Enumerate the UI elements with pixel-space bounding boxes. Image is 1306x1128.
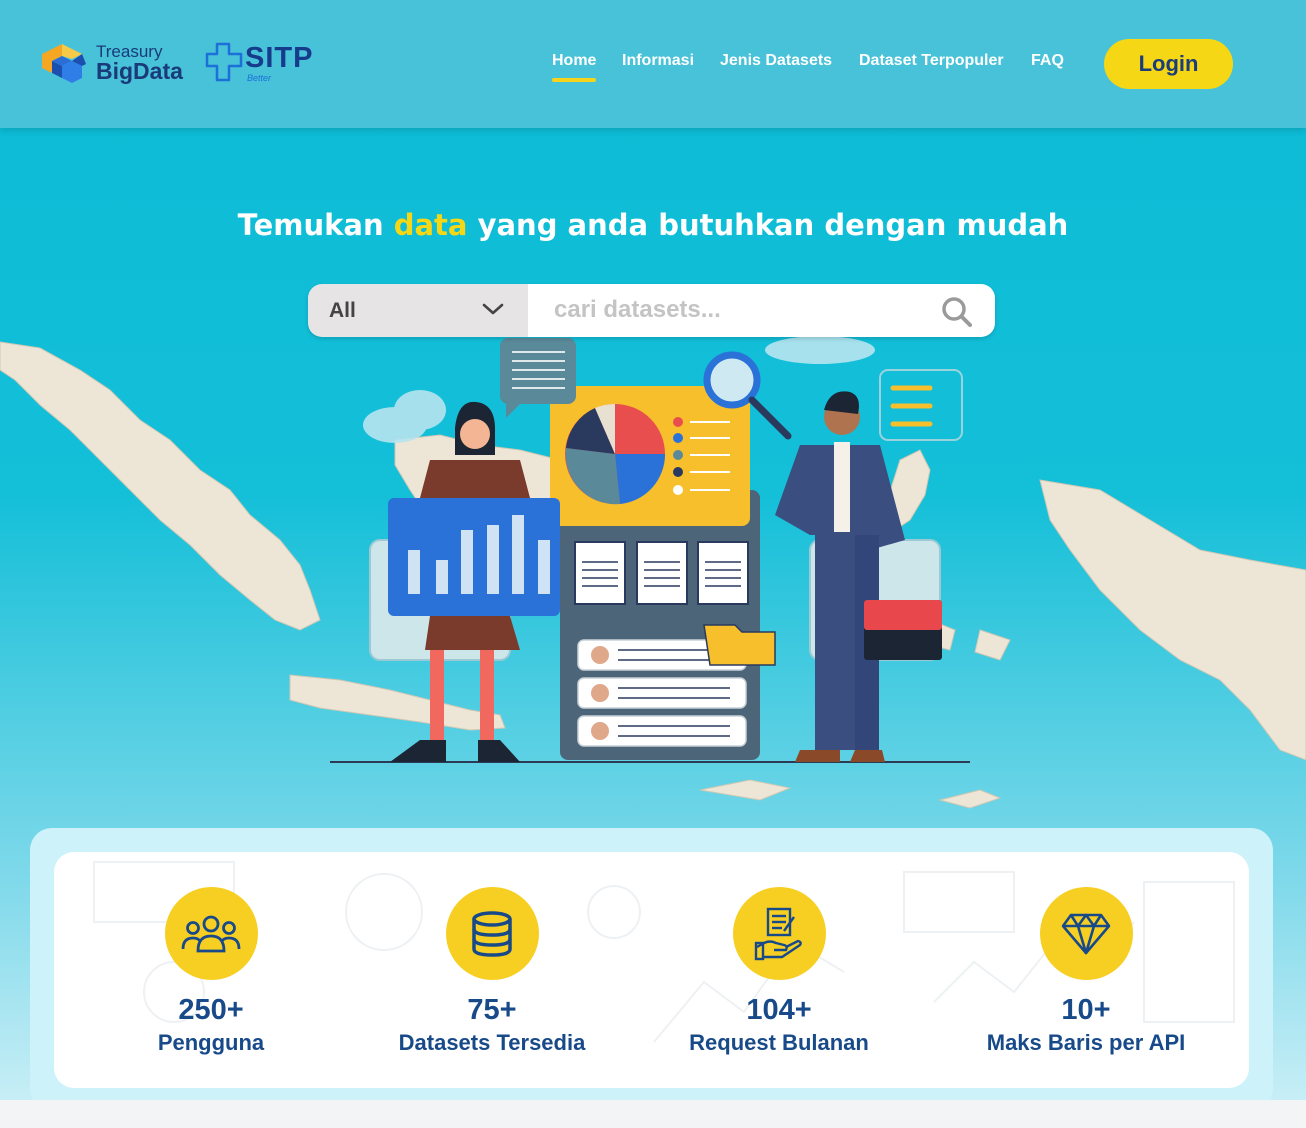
top-navbar: Treasury BigData SITP Better Home Inform… — [0, 0, 1306, 128]
hero-title-highlight: data — [393, 208, 468, 242]
search-input[interactable] — [554, 294, 924, 326]
page: Treasury BigData SITP Better Home Inform… — [0, 0, 1306, 1100]
nav-jenis-datasets[interactable]: Jenis Datasets — [720, 52, 832, 70]
stat-requests-value: 104+ — [746, 994, 812, 1026]
search-icon[interactable] — [941, 296, 973, 328]
hero-title-pre: Temukan — [237, 208, 394, 242]
category-select[interactable]: All — [308, 284, 528, 337]
hero-title: Temukan data yang anda butuhkan dengan m… — [0, 208, 1306, 242]
nav-informasi[interactable]: Informasi — [622, 52, 694, 70]
request-document-hand-icon — [754, 907, 802, 960]
stat-users-label: Pengguna — [157, 1030, 265, 1055]
stat-max-rows-badge — [1039, 887, 1133, 980]
nav-faq[interactable]: FAQ — [1031, 52, 1064, 70]
stat-users: 250+ Pengguna — [71, 887, 351, 1056]
stat-datasets: 75+ Datasets Tersedia — [352, 887, 632, 1056]
stat-max-rows-label: Maks Baris per API — [986, 1030, 1186, 1055]
sitp-logo[interactable]: SITP Better — [205, 42, 330, 86]
stat-requests: 104+ Request Bulanan — [639, 887, 919, 1056]
stat-max-rows: 10+ Maks Baris per API — [946, 887, 1226, 1056]
stats-panel: 250+ Pengguna 75+ Datasets Tersedia 104+… — [30, 828, 1273, 1100]
nav-dataset-terpopuler[interactable]: Dataset Terpopuler — [859, 52, 1004, 70]
login-button[interactable]: Login — [1104, 39, 1233, 89]
stat-users-value: 250+ — [178, 994, 244, 1026]
logo-text-sitp: SITP — [245, 42, 314, 74]
hero-title-post: yang anda butuhkan dengan mudah — [467, 208, 1069, 242]
users-icon — [181, 915, 241, 952]
stat-max-rows-value: 10+ — [1061, 994, 1111, 1026]
logo-text-bigdata: BigData — [96, 58, 183, 84]
stat-requests-label: Request Bulanan — [689, 1030, 869, 1055]
stat-requests-badge — [732, 887, 826, 980]
chevron-down-icon — [482, 303, 504, 315]
sitp-cross-icon — [205, 42, 243, 82]
treasury-bigdata-logo[interactable]: Treasury BigData — [38, 36, 188, 88]
category-select-value: All — [329, 299, 356, 322]
hero-illustration — [0, 336, 1306, 809]
stat-datasets-badge — [445, 887, 539, 980]
stat-users-badge — [164, 887, 258, 980]
logo-text-sitp-tagline: Better — [247, 73, 272, 83]
stat-datasets-label: Datasets Tersedia — [398, 1030, 586, 1055]
nav-home[interactable]: Home — [552, 52, 597, 82]
stats-card: 250+ Pengguna 75+ Datasets Tersedia 104+… — [54, 852, 1249, 1088]
search-bar: All — [308, 284, 995, 337]
diamond-icon — [1061, 913, 1111, 954]
search-field — [528, 284, 995, 337]
database-icon — [472, 910, 512, 957]
treasury-cube-icon — [42, 44, 86, 83]
stat-datasets-value: 75+ — [467, 994, 517, 1026]
